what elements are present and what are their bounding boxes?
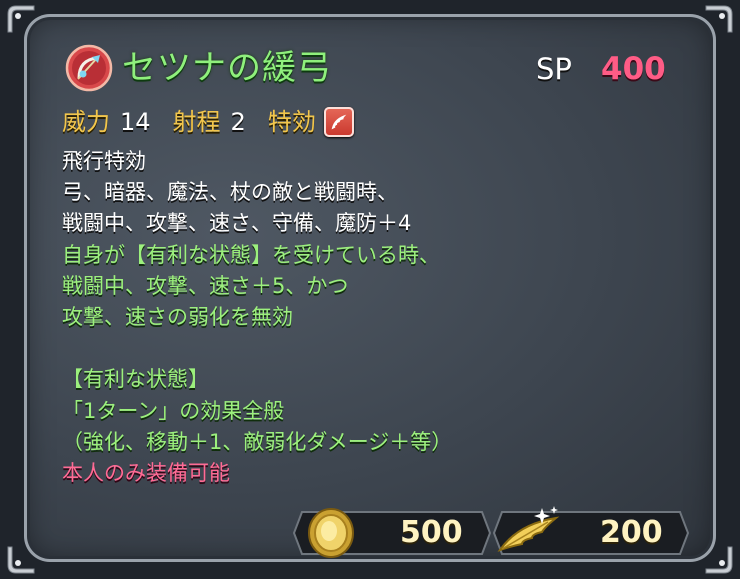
range-label: 射程 [172,108,221,136]
range-value: 2 [230,108,246,136]
hero-feather-icon [496,504,562,560]
sp-value: 400 [601,51,666,87]
might-label: 威力 [62,108,110,136]
description-line: （強化、移動＋1、敵弱化ダメージ＋等） [62,429,453,454]
skill-description: 飛行特効 弓、暗器、魔法、杖の敵と戦闘時、 戦闘中、攻撃、速さ、守備、魔防＋4 … [62,146,682,489]
frame-corner-ornament-icon [702,2,736,36]
effective-label: 特効 [267,108,316,136]
description-line [62,333,682,364]
feather-cost-value: 200 [600,515,663,550]
frame-corner-ornament-icon [4,2,38,36]
frame-corner-ornament-icon [702,543,736,577]
flier-effective-icon [323,107,354,137]
description-line: 弓、暗器、魔法、杖の敵と戦闘時、 [62,180,398,205]
description-line: 飛行特効 [62,149,146,173]
feather-cost-bar: 200 [492,506,690,556]
description-line: 「1ターン」の効果全般 [62,398,285,423]
gold-coin-icon [306,506,356,560]
weapon-stats-row: 威力 14 射程 2 特効 [62,102,354,142]
skill-name: セツナの緩弓 [122,48,332,88]
weapon-bow-icon [65,44,113,92]
exclusive-note: 本人のみ装備可能 [62,460,230,485]
description-line: 自身が【有利な状態】を受けている時、 [62,242,440,267]
sp-label: SP [536,52,572,86]
gold-cost-value: 500 [400,515,463,550]
might-value: 14 [120,108,151,136]
gold-cost-bar: 500 [292,508,492,558]
frame-corner-ornament-icon [4,543,38,577]
description-line: 戦闘中、攻撃、速さ、守備、魔防＋4 [62,211,412,236]
description-line: 戦闘中、攻撃、速さ＋5、かつ [62,273,349,298]
description-line: 攻撃、速さの弱化を無効 [62,304,293,329]
skill-info-window: セツナの緩弓 SP 400 威力 14 射程 2 特効 飛行特効 弓、暗器、魔法… [0,0,740,579]
description-line: 【有利な状態】 [62,367,209,392]
